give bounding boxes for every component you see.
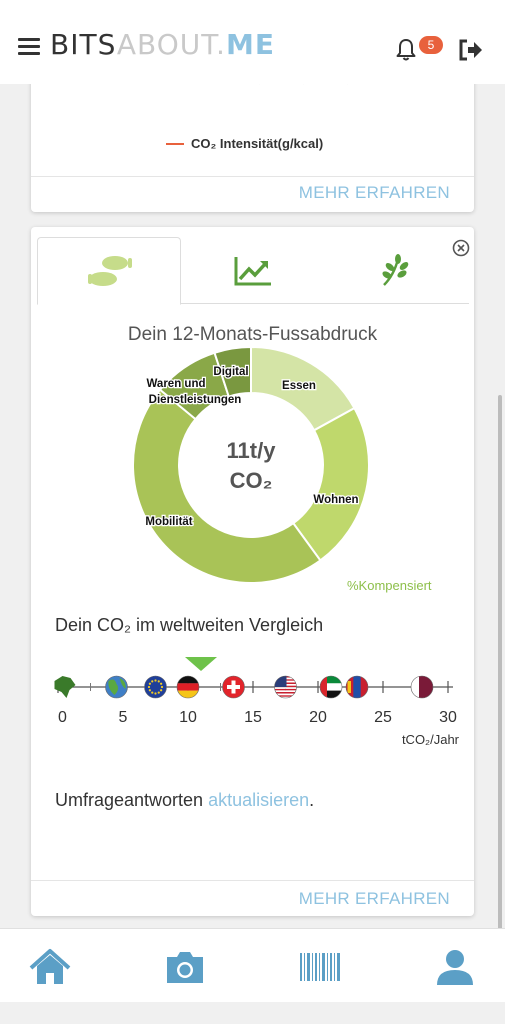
usa-flag-icon[interactable]	[274, 675, 297, 699]
logout-icon[interactable]	[458, 38, 484, 62]
slice-label: Mobilität	[145, 516, 192, 528]
world-flag-icon[interactable]	[105, 675, 128, 699]
mongolia-flag-icon[interactable]	[345, 675, 369, 699]
africa-flag-icon[interactable]	[54, 676, 76, 698]
footprint-title: Dein 12-Monats-Fussabdruck	[127, 324, 378, 345]
tab-bar	[37, 237, 469, 305]
axis-tick-label: 20	[309, 709, 327, 726]
chart-legend: CO₂ Intensität(g/kcal)	[166, 136, 323, 151]
uae-flag-icon[interactable]	[319, 675, 343, 699]
comparison-scale: 0 5 10 15 20 25 30 tCO₂/Jahr	[54, 657, 460, 747]
trend-chart-icon	[234, 256, 271, 285]
axis-tick-label: 5	[119, 709, 128, 726]
compensated-label[interactable]: %Kompensiert	[347, 578, 432, 593]
eu-flag-icon[interactable]	[144, 675, 167, 699]
axis-tick-label: 30	[439, 709, 457, 726]
survey-text: Umfrageantworten aktualisieren.	[55, 790, 315, 810]
card-divider	[31, 176, 474, 177]
notification-badge[interactable]: 5	[419, 36, 443, 54]
legend-label: CO₂ Intensität(g/kcal)	[191, 136, 324, 151]
comparison-title: Dein CO₂ im weltweiten Vergleich	[55, 615, 324, 635]
qatar-flag-icon[interactable]	[410, 675, 434, 699]
tab-trend[interactable]	[181, 237, 325, 304]
more-info-link[interactable]: MEHR ERFAHREN	[299, 183, 450, 203]
donut-slice[interactable]	[132, 388, 322, 584]
footprint-donut-chart: EssenWohnenMobilitätWaren und Dienstleist…	[132, 345, 370, 584]
axis-tick-label: 25	[374, 709, 392, 726]
slice-label: Essen	[282, 380, 316, 392]
logo[interactable]: BITSABOUT.ME	[50, 28, 275, 61]
center-value: 11t/y	[227, 438, 277, 463]
plant-icon	[382, 253, 409, 286]
home-icon[interactable]	[28, 947, 72, 987]
survey-update-link[interactable]: aktualisieren	[208, 790, 309, 810]
card-divider	[31, 880, 474, 881]
axis-unit: tCO₂/Jahr	[402, 732, 460, 747]
slice-label: Digital	[213, 366, 248, 378]
barcode-icon[interactable]	[298, 947, 342, 987]
center-unit: CO₂	[230, 468, 273, 493]
germany-flag-icon[interactable]	[176, 675, 200, 699]
switzerland-flag-icon[interactable]	[222, 675, 245, 699]
menu-icon[interactable]	[18, 38, 40, 56]
footprint-card: Dein 12-Monats-Fussabdruck Essen Wohnen Mo…	[31, 227, 474, 916]
tab-footprint[interactable]	[37, 237, 181, 305]
app-header: BITSABOUT.ME 5	[0, 0, 505, 84]
your-position-marker	[185, 657, 217, 671]
slice-label: Wohnen	[313, 494, 358, 506]
camera-icon[interactable]	[163, 947, 207, 987]
bell-icon[interactable]	[394, 38, 418, 62]
axis-tick-label: 10	[179, 709, 197, 726]
bottom-nav	[0, 928, 505, 1002]
axis-tick-label: 0	[58, 709, 67, 726]
scrollbar[interactable]	[498, 395, 502, 995]
axis-tick-label: 15	[244, 709, 262, 726]
user-icon[interactable]	[433, 947, 477, 987]
footprints-icon	[88, 256, 132, 286]
tab-compensate[interactable]	[325, 237, 469, 304]
more-info-link[interactable]: MEHR ERFAHREN	[299, 889, 450, 909]
legend-line-marker	[166, 142, 184, 145]
